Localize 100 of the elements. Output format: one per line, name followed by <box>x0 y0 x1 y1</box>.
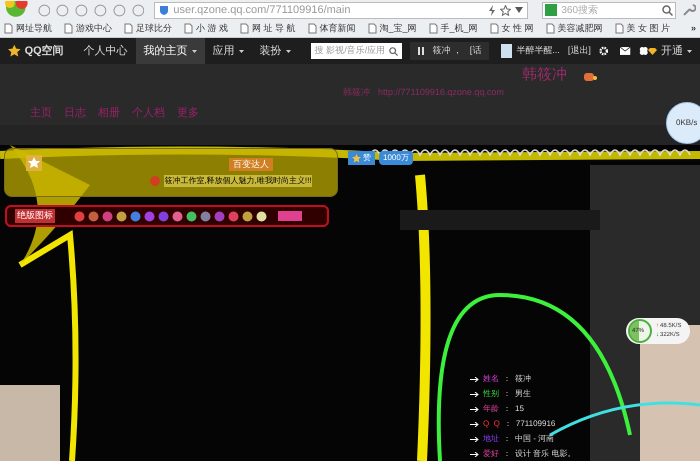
settings-icon[interactable] <box>598 45 608 57</box>
arrow-icon <box>470 436 479 442</box>
badge-icon <box>214 210 225 222</box>
profile-label: 爱好 <box>483 448 499 460</box>
heart-badge-icon <box>278 211 302 221</box>
profile-label: 性别 <box>483 388 499 400</box>
profile-label: 姓名 <box>483 373 499 385</box>
badge-icon <box>186 210 197 222</box>
clover-icon[interactable] <box>638 45 648 57</box>
search-placeholder: 360搜索 <box>561 4 600 18</box>
badge-icon <box>256 210 267 222</box>
nav-tab[interactable]: 应用 <box>204 38 252 64</box>
arrow-icon <box>470 406 479 412</box>
arrow-icon <box>470 376 479 382</box>
wrench-icon[interactable] <box>682 3 696 17</box>
avatar[interactable] <box>501 44 512 58</box>
badge-icon <box>158 210 169 222</box>
page-icon <box>184 23 193 34</box>
logout-link[interactable]: [退出] <box>568 44 591 58</box>
banner-title: 百变达人 <box>229 158 273 172</box>
bookmark-link[interactable]: 体育新闻 <box>320 22 356 36</box>
bookmark-link[interactable]: 美 女 图 片 <box>626 22 670 36</box>
page-icon <box>490 23 499 34</box>
badge-icon <box>228 210 239 222</box>
nav-tab[interactable]: 个人中心 <box>76 38 136 64</box>
page-icon <box>428 23 438 34</box>
nav-tab[interactable]: 我的主页 <box>136 38 205 64</box>
page-icon <box>4 23 13 34</box>
page-icon <box>368 23 377 34</box>
badge-icon <box>150 176 160 186</box>
profile-label: Q Q <box>483 418 500 430</box>
lightning-icon[interactable] <box>488 4 496 16</box>
colon: ： <box>503 448 511 460</box>
badge-icon <box>242 210 253 222</box>
bookmark-link[interactable]: 美容减肥网 <box>558 22 603 36</box>
profile-label: 地址 <box>483 433 499 445</box>
bookmark-link[interactable]: 女 性 网 <box>502 22 534 36</box>
caret-icon <box>687 50 692 52</box>
url-text: user.qzone.qq.com/771109916/main <box>173 2 352 18</box>
profile-value: 771109916 <box>516 418 556 430</box>
vip-button[interactable]: 开通 <box>661 42 683 60</box>
space-owner-name: 韩筱冲 <box>522 64 567 85</box>
user-name[interactable]: 半醉半醒... <box>516 44 560 58</box>
more-bookmarks[interactable]: » <box>690 22 696 36</box>
mail-icon[interactable] <box>620 46 631 56</box>
badge-icon <box>116 210 127 222</box>
like-button[interactable]: 赞 <box>348 151 375 165</box>
page-icon <box>64 23 73 34</box>
badge-icon <box>144 210 155 222</box>
search-icon[interactable] <box>389 46 398 56</box>
profile-value: 筱冲 <box>515 373 531 385</box>
badge-icon <box>200 210 211 222</box>
page-icon <box>614 23 624 34</box>
profile-value: 设计 音乐 电影。 <box>515 448 576 460</box>
badge-icon <box>130 210 141 222</box>
profile-value: 中国 - 河南 <box>515 433 554 445</box>
bookmark-link[interactable]: 手_机_网 <box>440 22 478 36</box>
profile-value: 15 <box>515 403 524 415</box>
bookmark-link[interactable]: 小 游 戏 <box>196 22 228 36</box>
speed-bubble: 0KB/s <box>666 102 700 144</box>
colon: ： <box>503 433 511 445</box>
colon: ： <box>503 403 511 415</box>
star-logo-icon <box>8 43 21 59</box>
bookmark-link[interactable]: 网 址 导 航 <box>252 22 296 36</box>
colon: ： <box>503 373 511 385</box>
music-player[interactable]: 筱冲 ， [话 <box>410 42 490 60</box>
motto-text: 筱冲工作室,释放個人魅力,唯我时尚主义!!! <box>164 175 312 188</box>
badge-icon <box>74 210 85 222</box>
badge-icon <box>88 210 99 222</box>
page-icon <box>308 23 317 34</box>
song-extra: [话 <box>470 44 482 58</box>
qzone-logo[interactable]: QQ空间 <box>24 42 64 60</box>
badge-icon <box>102 210 113 222</box>
arrow-icon <box>470 422 479 426</box>
arrow-icon <box>470 392 479 396</box>
badge-icon <box>172 210 183 222</box>
search-engine-icon <box>545 4 558 16</box>
page-icon <box>240 23 250 34</box>
song-title: 筱冲 ， <box>432 44 462 58</box>
caret-icon[interactable] <box>515 7 524 13</box>
search-icon[interactable] <box>662 4 674 16</box>
colon: ： <box>504 418 512 430</box>
page-icon <box>546 23 555 34</box>
colon: ： <box>503 388 511 400</box>
shield-icon <box>159 4 170 16</box>
bookmark-link[interactable]: 网址导航 <box>16 22 52 36</box>
arrow-icon <box>470 452 479 456</box>
badge-bar-label: 绝版图标 <box>15 209 55 223</box>
diamond-icon <box>648 48 657 54</box>
bookmark-link[interactable]: 足球比分 <box>136 22 172 36</box>
page-icon <box>124 23 133 34</box>
bookmark-link[interactable]: 游戏中心 <box>76 22 112 36</box>
bookmark-link[interactable]: 淘_宝_网 <box>380 22 417 36</box>
nav-tab[interactable]: 装扮 <box>252 38 299 64</box>
pause-icon[interactable] <box>418 47 424 55</box>
search-placeholder: 搜 影视/音乐/应用 <box>314 44 386 58</box>
star-badge-icon <box>26 153 42 171</box>
profile-label: 年龄 <box>483 403 499 415</box>
owner-name: 韩筱冲 <box>343 86 370 99</box>
like-count: 1000万 <box>379 151 413 165</box>
